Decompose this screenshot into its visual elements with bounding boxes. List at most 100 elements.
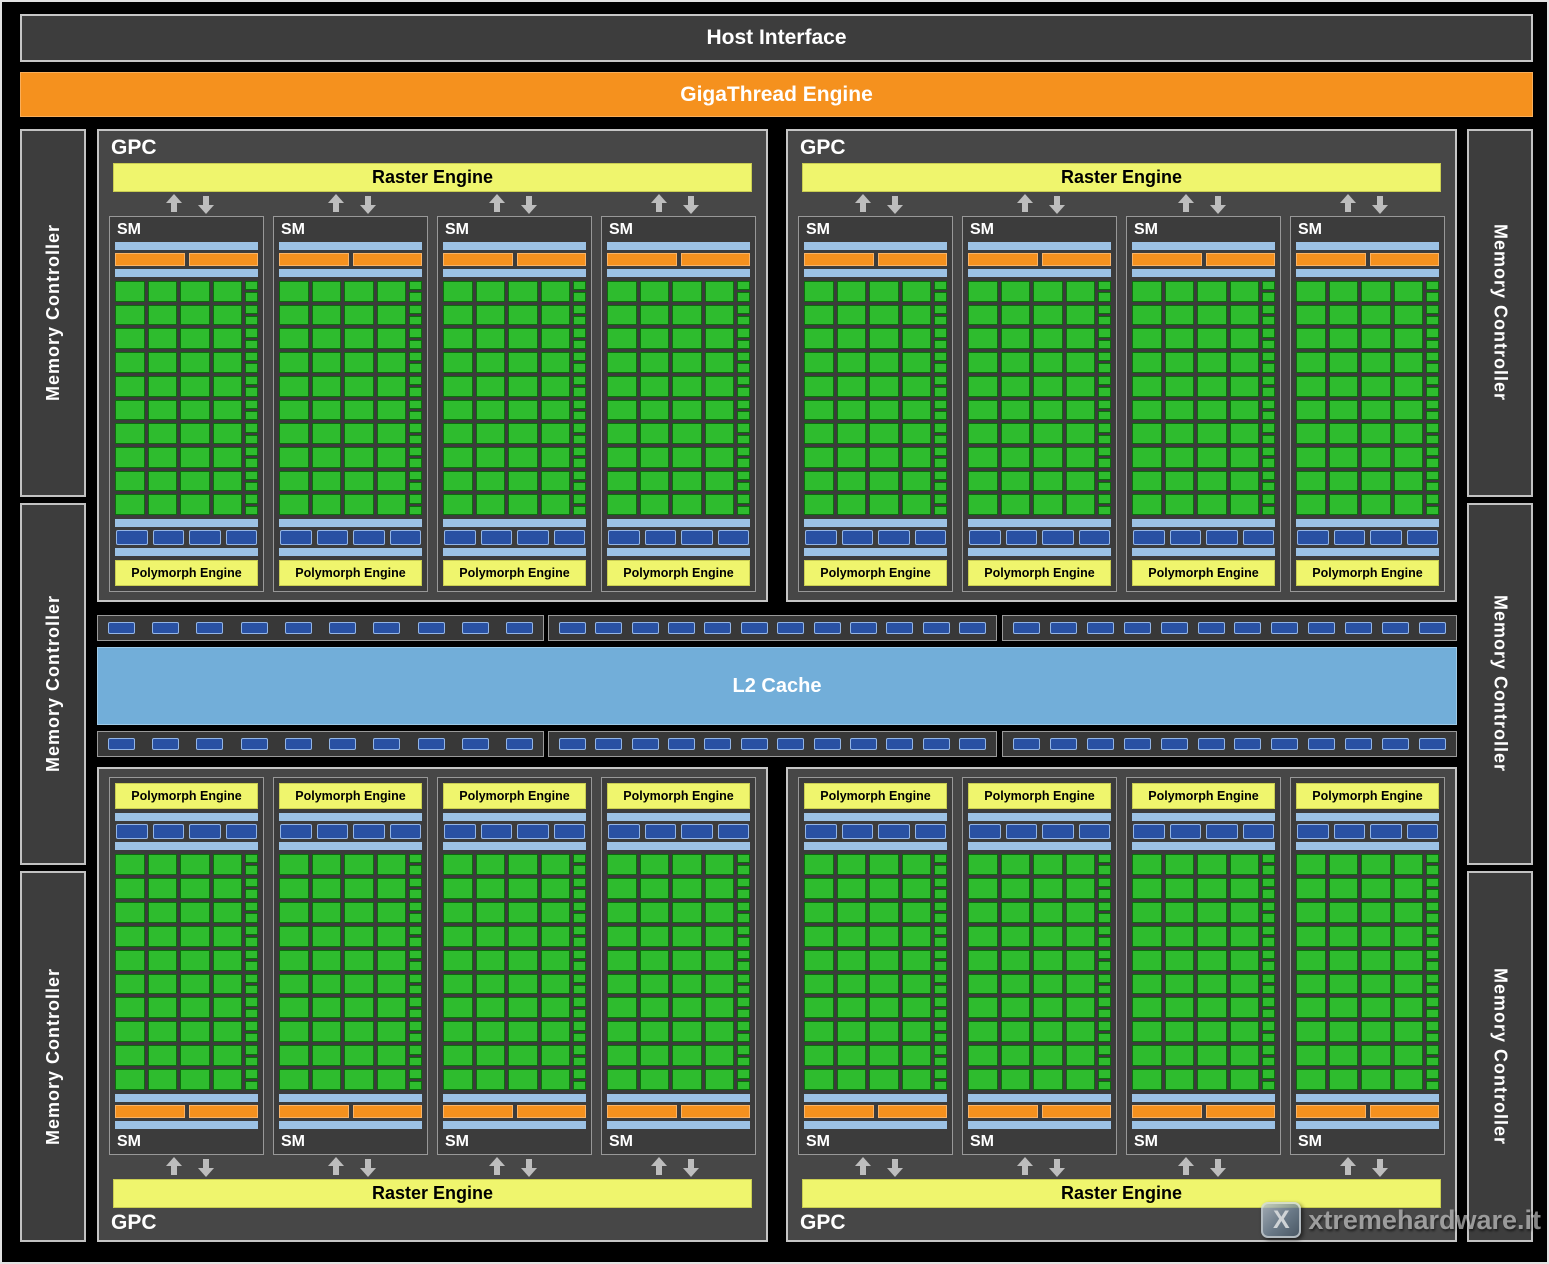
sm-block: SM Polymorph Engine	[601, 216, 756, 592]
interconnect-bar	[1296, 842, 1439, 850]
texture-unit	[316, 530, 348, 545]
core-subcell	[934, 901, 947, 912]
core-cell	[968, 997, 998, 1019]
core-cell	[115, 304, 145, 326]
core-subcolumn	[1426, 494, 1439, 516]
core-subcolumn	[1426, 901, 1439, 923]
texture-unit	[152, 530, 184, 545]
core-cell	[704, 1021, 734, 1043]
texture-unit	[1133, 530, 1165, 545]
sm-label: SM	[281, 221, 305, 238]
core-subcell	[245, 877, 258, 888]
core-cell	[836, 997, 866, 1019]
core-cell	[968, 352, 998, 373]
texture-unit-row	[804, 530, 947, 545]
core-subcolumn	[245, 1021, 258, 1043]
gpu-block-diagram: Host Interface GigaThread Engine Memory …	[0, 0, 1549, 1264]
memory-controller-right-bottom: Memory Controller	[1467, 871, 1533, 1242]
warp-scheduler-row	[607, 1105, 750, 1118]
sm-label: SM	[609, 221, 633, 238]
core-cell	[311, 997, 341, 1019]
core-cell	[639, 877, 669, 899]
core-cell	[607, 973, 637, 995]
core-subcolumn	[934, 470, 947, 492]
core-subcolumn	[1098, 1021, 1111, 1043]
core-cell	[1164, 1069, 1194, 1091]
core-subcolumn	[245, 423, 258, 444]
core-cell	[639, 281, 669, 302]
sm-row: SM Polymorph Engine SM Polymorph Engine …	[796, 216, 1447, 592]
core-cell	[212, 423, 242, 444]
core-cell	[869, 1069, 899, 1091]
core-cell	[1132, 281, 1162, 302]
cache-bar	[607, 813, 750, 821]
core-cell	[901, 949, 931, 971]
core-cell	[1033, 494, 1063, 516]
texture-unit	[805, 530, 837, 545]
instruction-cache-bar	[607, 1121, 750, 1129]
core-cell	[443, 901, 473, 923]
core-subcolumn	[1426, 470, 1439, 492]
core-cell	[443, 1045, 473, 1067]
register-file-bar	[1296, 1094, 1439, 1102]
core-cell	[1229, 304, 1259, 326]
core-cell	[804, 399, 834, 421]
core-subcell	[409, 281, 422, 291]
core-subcolumn	[934, 328, 947, 350]
core-cell	[1065, 399, 1095, 421]
core-cell	[1229, 1045, 1259, 1067]
core-subcell	[1262, 1021, 1275, 1031]
core-cell	[1328, 494, 1358, 516]
core-cell	[804, 352, 834, 373]
core-subcolumn	[245, 1069, 258, 1091]
core-cell	[212, 854, 242, 875]
core-subcell	[737, 410, 750, 421]
core-cell	[1197, 901, 1227, 923]
core-cell	[508, 494, 538, 516]
register-file-bar	[443, 269, 586, 277]
core-cell	[1229, 854, 1259, 875]
core-cell	[1361, 304, 1391, 326]
up-arrow-icon	[489, 1157, 506, 1177]
core-cell	[344, 949, 374, 971]
up-arrow-icon	[854, 1157, 871, 1177]
warp-scheduler-row	[1296, 253, 1439, 266]
core-cell	[344, 1021, 374, 1043]
dispatch-unit	[188, 253, 258, 266]
texture-unit-row	[443, 530, 586, 545]
core-subcolumn	[409, 328, 422, 350]
core-subcolumn	[1262, 446, 1275, 468]
core-subcell	[409, 925, 422, 936]
core-subcell	[934, 434, 947, 444]
core-subcell	[245, 352, 258, 362]
interconnect-bar	[968, 519, 1111, 527]
core-cell	[1132, 1021, 1162, 1043]
core-subcell	[409, 997, 422, 1007]
core-subcolumn	[737, 1069, 750, 1091]
core-cell	[869, 1045, 899, 1067]
core-subcell	[1098, 854, 1111, 864]
up-arrow-icon	[1340, 194, 1357, 214]
interconnect-block	[1197, 622, 1225, 634]
core-cell	[508, 949, 538, 971]
core-cell	[180, 901, 210, 923]
warp-scheduler	[443, 253, 513, 266]
down-arrow-icon	[886, 1157, 903, 1177]
core-subcell	[1098, 410, 1111, 421]
core-cell	[1164, 423, 1194, 444]
core-cell	[869, 949, 899, 971]
core-subcell	[573, 913, 586, 923]
core-cell	[1197, 494, 1227, 516]
core-subcell	[1426, 1056, 1439, 1067]
texture-unit	[914, 824, 946, 839]
core-cell	[180, 328, 210, 350]
core-cell	[180, 1021, 210, 1043]
core-subcolumn	[245, 877, 258, 899]
core-subcolumn	[409, 1021, 422, 1043]
core-subcell	[1262, 304, 1275, 315]
core-cell	[1361, 854, 1391, 875]
core-subcolumn	[1426, 997, 1439, 1019]
core-cell	[540, 494, 570, 516]
core-subcolumn	[1262, 352, 1275, 373]
interconnect-block	[668, 622, 696, 634]
